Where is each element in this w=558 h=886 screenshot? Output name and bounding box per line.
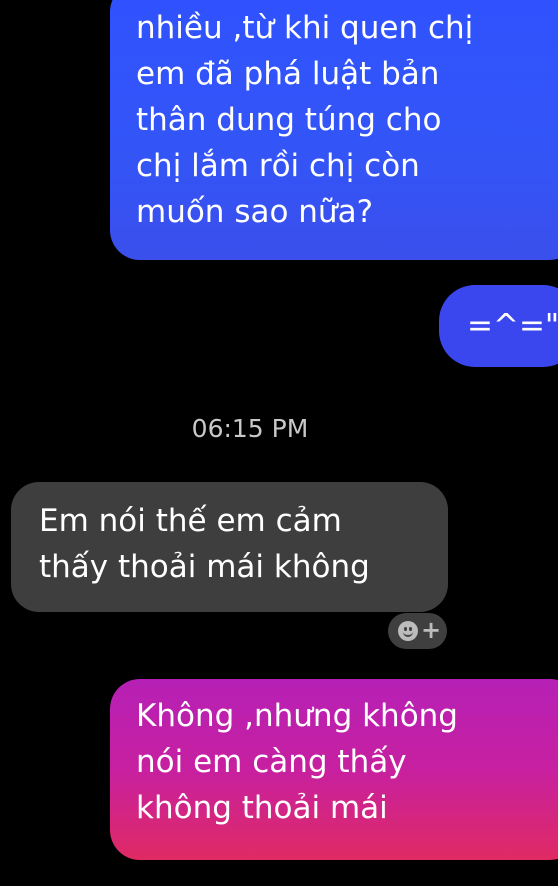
message-text-line: nhiều ,từ khi quen chị: [136, 10, 474, 46]
incoming-message-bubble[interactable]: Em nói thế em cảm thấy thoải mái không: [11, 482, 448, 612]
message-text-line: chị lắm rồi chị còn: [136, 148, 420, 184]
plus-icon: +: [421, 616, 442, 644]
smiley-icon: [398, 621, 418, 641]
outgoing-message-bubble[interactable]: nhiều ,từ khi quen chị em đã phá luật bả…: [110, 0, 558, 260]
message-text-line: muốn sao nữa?: [136, 194, 374, 230]
message-text-line: thân dung túng cho: [136, 102, 442, 138]
message-text-line: không thoải mái: [136, 790, 388, 826]
message-text-line: =^=": [467, 308, 558, 344]
message-text-line: thấy thoải mái không: [39, 549, 370, 585]
message-text-line: Em nói thế em cảm: [39, 503, 342, 539]
message-text-line: em đã phá luật bản: [136, 56, 440, 92]
outgoing-message-bubble[interactable]: Không ,nhưng không nói em càng thấy khôn…: [110, 679, 558, 860]
outgoing-message-bubble[interactable]: =^=": [439, 285, 558, 367]
message-text-line: Không ,nhưng không: [136, 698, 458, 734]
add-reaction-button[interactable]: +: [388, 613, 447, 649]
chat-thread: nhiều ,từ khi quen chị em đã phá luật bả…: [0, 0, 558, 886]
message-text-line: nói em càng thấy: [136, 744, 407, 780]
message-timestamp: 06:15 PM: [191, 414, 309, 443]
